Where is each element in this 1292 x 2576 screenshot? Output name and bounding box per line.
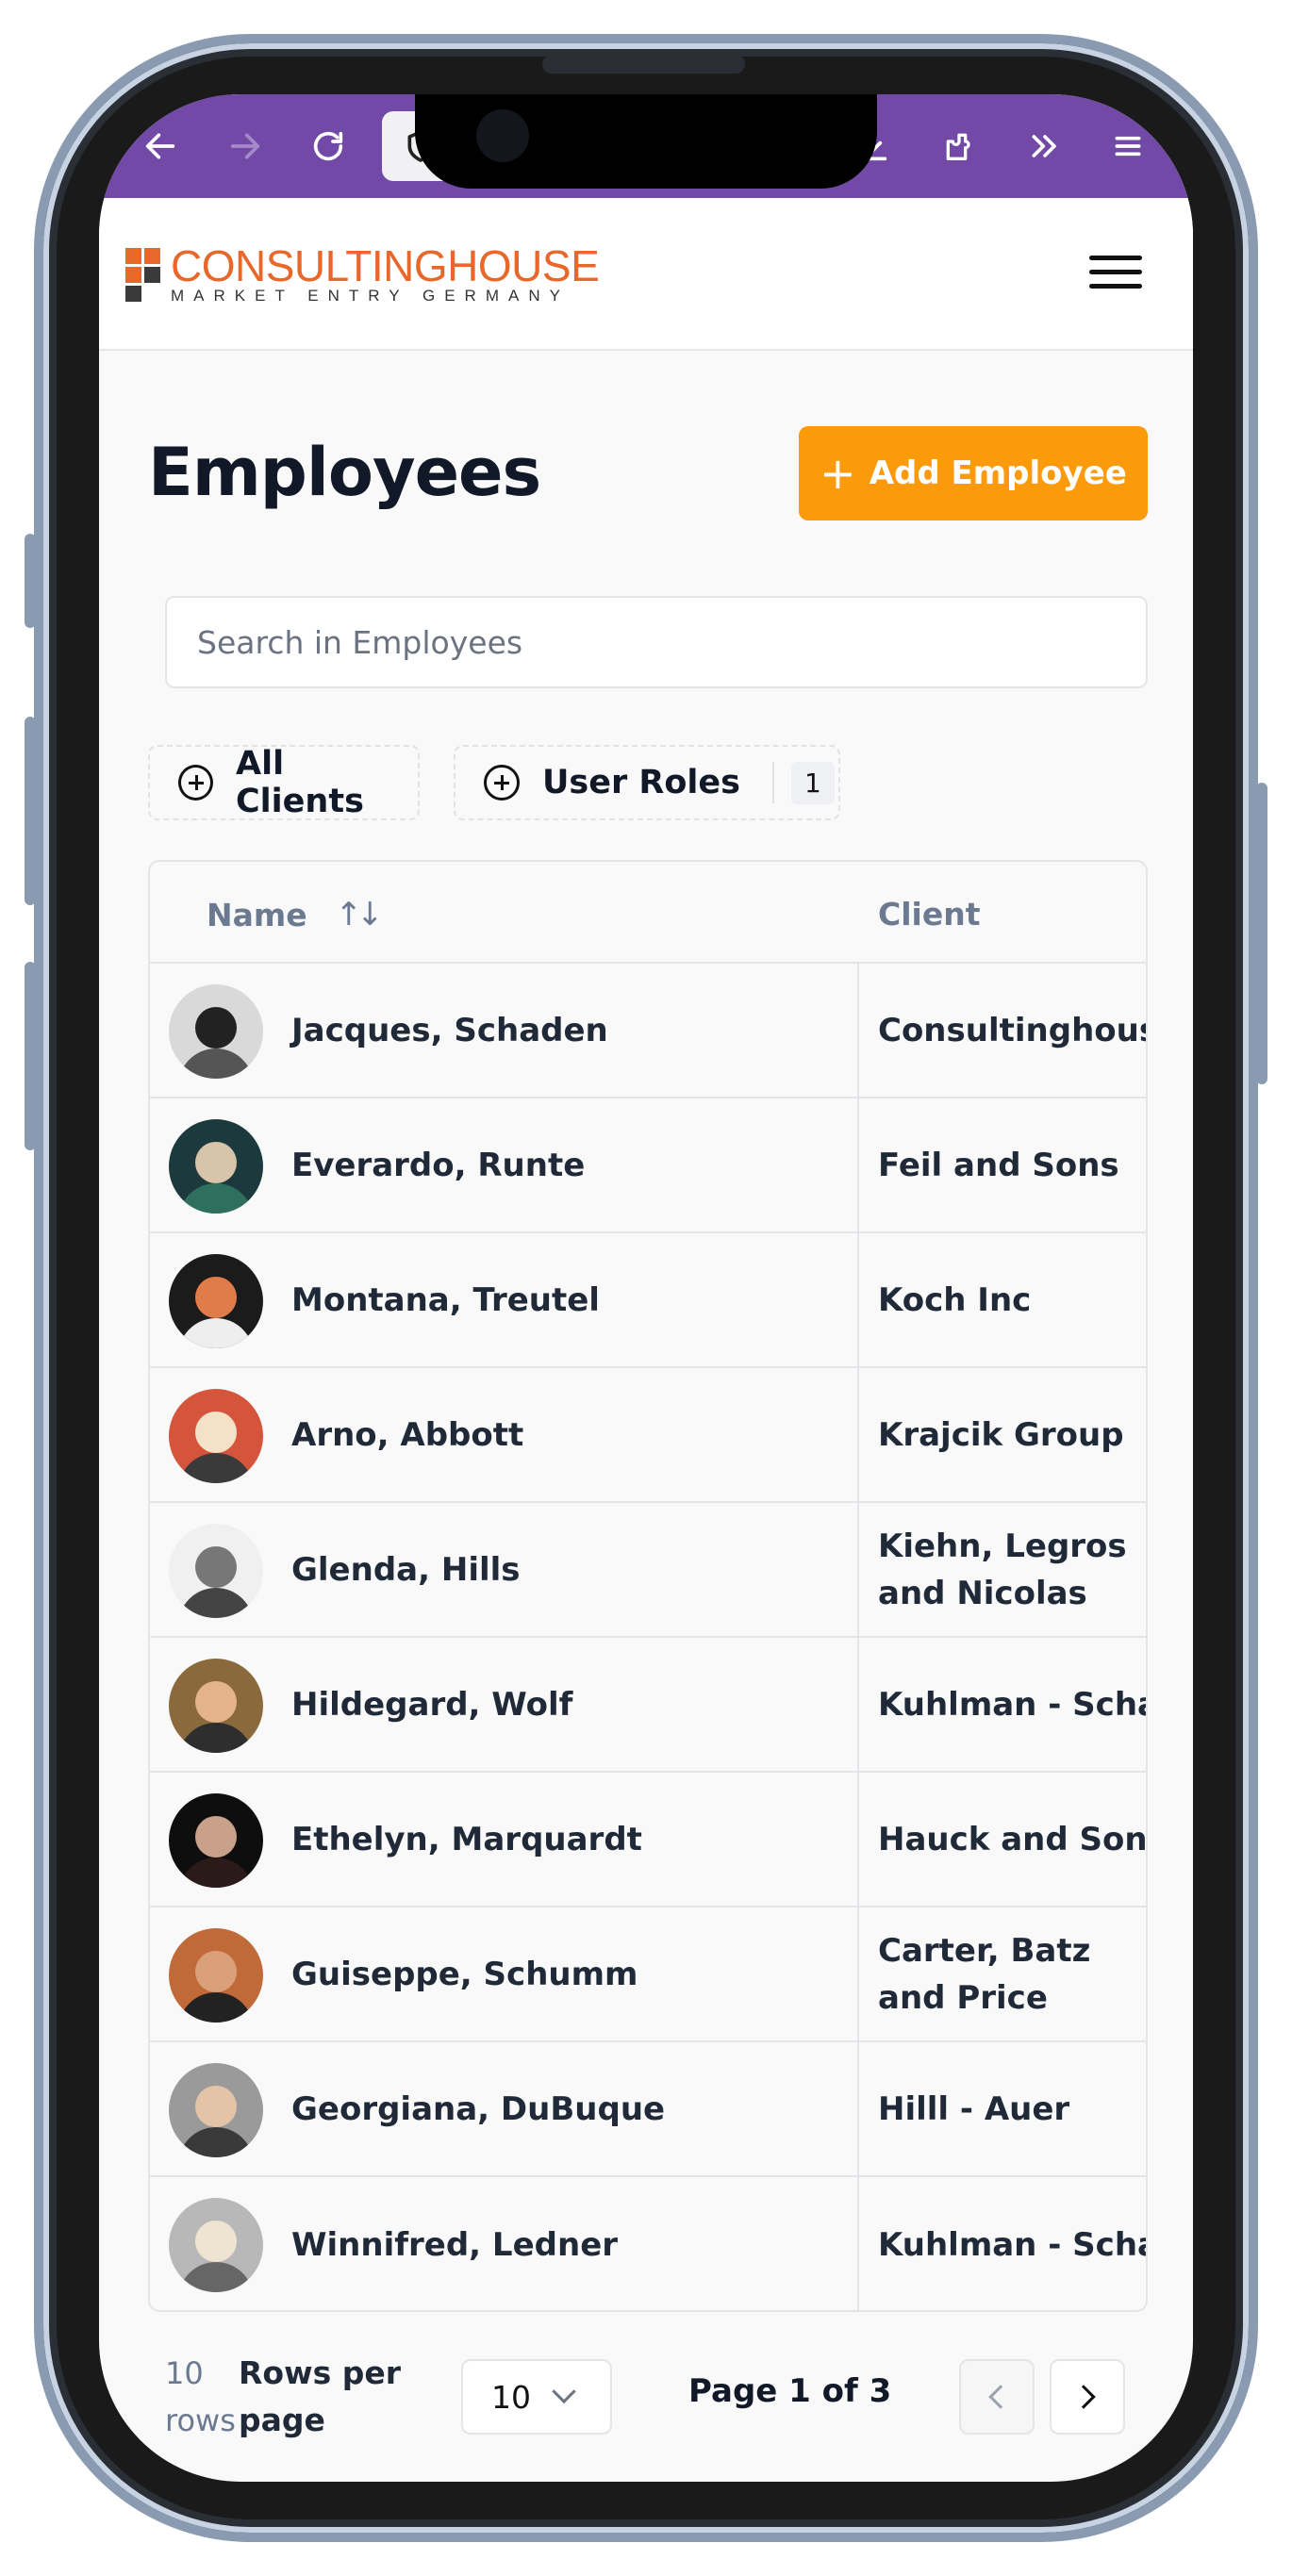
employee-name: Glenda, Hills [291,1550,521,1589]
phone-volume-up-button [25,717,36,905]
employee-name: Winnifred, Ledner [291,2225,619,2264]
employee-client: Koch Inc [878,1280,1032,1319]
filter-user-roles-label: User Roles [542,764,740,801]
add-employee-button[interactable]: + Add Employee [799,426,1148,520]
front-camera [476,109,529,162]
employee-client: Hilll - Auer [878,2089,1070,2128]
avatar [169,1254,263,1348]
employee-name: Hildegard, Wolf [291,1685,573,1724]
table-row[interactable]: Hildegard, Wolf Kuhlman - Schaefer [150,1638,1146,1773]
page-title: Employees [148,434,541,511]
avatar [169,1659,263,1753]
table-row[interactable]: Winnifred, Ledner Kuhlman - Schaefer [150,2177,1146,2310]
employee-client: Hauck and Sons [878,1820,1148,1858]
next-page-button[interactable] [1050,2359,1125,2435]
phone-power-button [1256,783,1267,1084]
pagination-footer: 10 rows Rows per page 10 Page 1 of 3 [99,2338,1193,2482]
extensions-icon[interactable] [936,123,983,170]
add-employee-label: Add Employee [869,454,1127,492]
employee-name: Everardo, Runte [291,1146,586,1184]
employee-name: Montana, Treutel [291,1280,600,1319]
brand-tagline: MARKET ENTRY GERMANY [171,287,570,305]
forward-arrow-icon[interactable] [222,123,269,170]
table-row[interactable]: Georgiana, DuBuque Hilll - Auer [150,2042,1146,2177]
rows-count: 10 rows [165,2355,236,2438]
filter-all-clients[interactable]: All Clients [148,745,420,820]
table-row[interactable]: Guiseppe, Schumm Carter, Batz and Price [150,1907,1146,2042]
avatar [169,1928,263,2023]
employee-client: Krajcik Group [878,1415,1124,1454]
phone-notch [415,94,877,189]
chevron-right-icon [1071,2385,1096,2409]
logo-mark-icon [125,248,161,303]
employee-client: Carter, Batz and Price [878,1931,1091,2017]
avatar [169,2063,263,2157]
phone-side-button [25,534,36,628]
column-header-name[interactable]: Name ↑↓ [207,896,384,933]
filter-user-roles[interactable]: User Roles 1 [454,745,840,820]
filter-all-clients-label: All Clients [236,745,364,820]
employee-name: Jacques, Schaden [291,1011,608,1049]
rows-per-page-select[interactable]: 10 [461,2359,612,2435]
plus-circle-icon [484,765,520,801]
column-header-client[interactable]: Client [878,896,981,933]
table-header: Name ↑↓ Client [150,862,1146,964]
plus-icon: + [820,448,856,499]
employee-client: Kuhlman - Schaefer [878,2225,1146,2264]
search-input[interactable] [197,623,1146,661]
avatar [169,1119,263,1214]
chevron-down-icon [552,2379,576,2404]
employee-name: Ethelyn, Marquardt [291,1820,642,1858]
menu-icon[interactable] [1089,245,1142,298]
avatar [169,1793,263,1888]
table-row[interactable]: Glenda, Hills Kiehn, Legros and Nicolas [150,1503,1146,1638]
brand-logo[interactable]: CONSULTINGHOUSE MARKET ENTRY GERMANY [125,241,600,305]
filter-separator [772,762,774,803]
table-row[interactable]: Ethelyn, Marquardt Hauck and Sons [150,1773,1146,1907]
avatar [169,984,263,1079]
back-arrow-icon[interactable] [137,123,184,170]
employee-name: Georgiana, DuBuque [291,2089,666,2128]
reload-icon[interactable] [305,123,352,170]
table-row[interactable]: Arno, Abbott Krajcik Group [150,1368,1146,1503]
employee-client: Feil and Sons [878,1146,1119,1184]
rows-per-page-value: 10 [491,2378,531,2416]
table-row[interactable]: Montana, Treutel Koch Inc [150,1233,1146,1368]
phone-screen: CONSULTINGHOUSE MARKET ENTRY GERMANY Emp… [99,94,1193,2482]
more-tools-icon[interactable] [1021,123,1068,170]
rows-per-page-label: Rows per page [239,2354,401,2438]
employee-client: Kuhlman - Schaefer [878,1685,1146,1724]
employee-name: Arno, Abbott [291,1415,524,1454]
avatar [169,1389,263,1483]
hamburger-menu-icon[interactable] [1104,123,1151,170]
plus-circle-icon [178,765,213,801]
avatar [169,2198,263,2292]
filter-count-badge: 1 [791,761,835,804]
site-header: CONSULTINGHOUSE MARKET ENTRY GERMANY [99,198,1193,351]
avatar [169,1524,263,1618]
phone-speaker [542,55,745,74]
employee-client: Consultinghouse [878,1011,1146,1049]
sort-icon[interactable]: ↑↓ [336,896,384,933]
page-info: Page 1 of 3 [688,2372,892,2410]
chevron-left-icon [988,2385,1013,2409]
brand-name: CONSULTINGHOUSE [171,241,600,290]
search-box [165,596,1148,688]
table-row[interactable]: Jacques, Schaden Consultinghouse [150,964,1146,1098]
previous-page-button[interactable] [959,2359,1035,2435]
employees-table: Name ↑↓ Client Jacques, Schaden Consulti… [148,860,1148,2312]
table-row[interactable]: Everardo, Runte Feil and Sons [150,1098,1146,1233]
employee-client: Kiehn, Legros and Nicolas [878,1527,1127,1612]
employee-name: Guiseppe, Schumm [291,1955,638,1993]
phone-volume-down-button [25,962,36,1150]
